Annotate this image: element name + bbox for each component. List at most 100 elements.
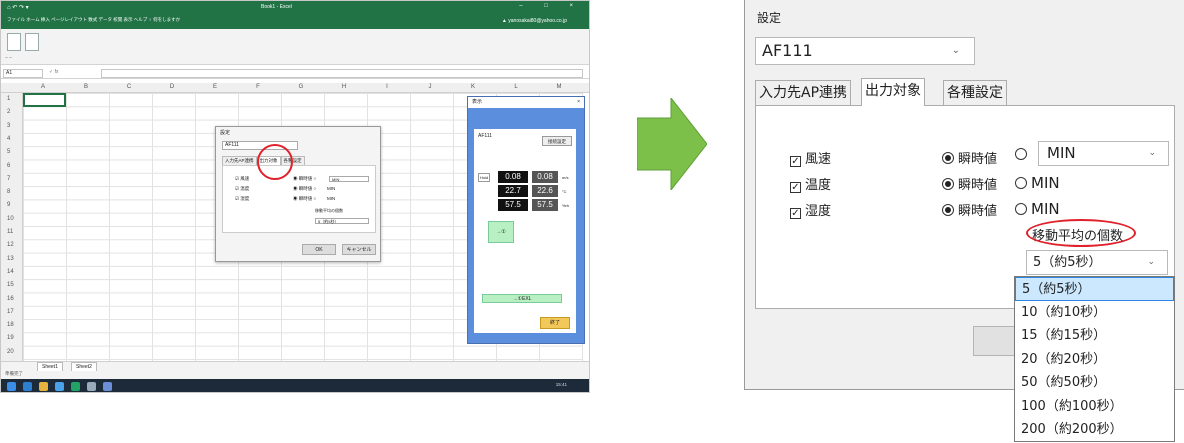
column-header[interactable]: F xyxy=(238,84,278,90)
dropdown-option[interactable]: 100（約100秒） xyxy=(1015,395,1174,419)
column-header[interactable]: M xyxy=(539,84,579,90)
excel-icon[interactable] xyxy=(71,382,80,391)
dropdown-option[interactable]: 15（約15秒） xyxy=(1015,324,1174,348)
radio-stat[interactable] xyxy=(1015,148,1031,163)
radio-instant[interactable]: 瞬時値 xyxy=(942,174,997,193)
value-current: 0.08 xyxy=(498,171,528,183)
end-button[interactable]: 終了 xyxy=(540,317,570,329)
column-header[interactable]: G xyxy=(281,84,321,90)
app-icon[interactable] xyxy=(55,382,64,391)
close-icon[interactable]: × xyxy=(577,97,580,108)
radio-stat[interactable]: MIN xyxy=(1015,200,1060,218)
quick-access-icons[interactable]: ⌂ ↶ ↷ ▾ xyxy=(7,4,29,11)
row-header[interactable]: 6 xyxy=(1,160,23,173)
row-header[interactable]: 9 xyxy=(1,199,23,212)
output-row-radio[interactable]: ◉ 瞬時値 ○ xyxy=(293,186,316,192)
stat-select[interactable]: MIN xyxy=(329,176,369,182)
column-header[interactable]: D xyxy=(152,84,192,90)
row-header[interactable]: 4 xyxy=(1,133,23,146)
name-box[interactable]: A1 xyxy=(3,69,43,78)
checkbox-checked-icon[interactable]: ✓ xyxy=(790,156,801,167)
app-icon[interactable] xyxy=(87,382,96,391)
fx-icon[interactable]: ✓ fx xyxy=(49,69,58,75)
send-button[interactable]: →① xyxy=(488,221,514,243)
dropdown-option[interactable]: 50（約50秒） xyxy=(1015,371,1174,395)
row-header[interactable]: 3 xyxy=(1,120,23,133)
active-cell[interactable] xyxy=(23,93,66,107)
radio-empty-icon[interactable] xyxy=(1015,148,1027,160)
row-header[interactable]: 10 xyxy=(1,213,23,226)
tab-input-ap[interactable]: 入力先AP連携 xyxy=(755,80,852,105)
output-row-label[interactable]: ☑ 風速 xyxy=(235,176,249,182)
tab-output[interactable]: 出力対象 xyxy=(861,78,925,106)
row-header[interactable]: 12 xyxy=(1,239,23,252)
row-header[interactable]: 19 xyxy=(1,332,23,345)
explorer-icon[interactable] xyxy=(39,382,48,391)
output-temperature[interactable]: ✓ 温度 xyxy=(790,174,831,193)
row-header[interactable]: 16 xyxy=(1,293,23,306)
start-icon[interactable] xyxy=(7,382,16,391)
row-header[interactable]: 14 xyxy=(1,266,23,279)
output-wind-speed[interactable]: ✓ 風速 xyxy=(790,148,831,167)
row-header[interactable]: 20 xyxy=(1,346,23,359)
column-header[interactable]: L xyxy=(496,84,536,90)
edge-icon[interactable] xyxy=(23,382,32,391)
dropdown-option[interactable]: 200（約200秒） xyxy=(1015,418,1174,442)
radio-instant[interactable]: 瞬時値 xyxy=(942,200,997,219)
app-icon[interactable] xyxy=(103,382,112,391)
column-header[interactable]: K xyxy=(453,84,493,90)
output-row-label[interactable]: ☑ 温度 xyxy=(235,186,249,192)
checkbox-checked-icon[interactable]: ✓ xyxy=(790,182,801,193)
window-controls[interactable]: – □ × xyxy=(519,3,583,9)
radio-empty-icon[interactable] xyxy=(1015,203,1027,215)
dropdown-option[interactable]: 20（約20秒） xyxy=(1015,348,1174,372)
radio-selected-icon[interactable] xyxy=(942,204,954,216)
row-header[interactable]: 7 xyxy=(1,173,23,186)
hold-button[interactable]: Hold xyxy=(478,173,491,182)
row-header[interactable]: 15 xyxy=(1,279,23,292)
radio-selected-icon[interactable] xyxy=(942,152,954,164)
column-header[interactable]: H xyxy=(324,84,364,90)
row-header[interactable]: 8 xyxy=(1,186,23,199)
row-header[interactable]: 17 xyxy=(1,306,23,319)
output-humidity[interactable]: ✓ 湿度 xyxy=(790,200,831,219)
row-header[interactable]: 1 xyxy=(1,93,23,106)
highlight-circle xyxy=(257,144,293,180)
device-select[interactable]: AF111 ⌄ xyxy=(755,37,975,65)
cancel-button[interactable]: キャンセル xyxy=(342,244,376,255)
output-row-label[interactable]: ☑ 湿度 xyxy=(235,196,249,202)
column-header[interactable]: J xyxy=(410,84,450,90)
connection-settings-button[interactable]: 接続設定 xyxy=(542,136,572,146)
column-header[interactable]: N xyxy=(582,84,589,90)
column-header[interactable]: B xyxy=(66,84,106,90)
stat-select[interactable]: MIN ⌄ xyxy=(1038,141,1169,166)
excel-ribbon-tabs[interactable]: ファイル ホーム 挿入 ページレイアウト 数式 データ 校閲 表示 ヘルプ ♀ … xyxy=(7,17,180,23)
ma-select[interactable]: 5（約5秒） xyxy=(315,218,369,224)
row-header[interactable]: 11 xyxy=(1,226,23,239)
radio-selected-icon[interactable] xyxy=(942,178,954,190)
ok-button[interactable]: OK xyxy=(302,244,336,255)
radio-stat[interactable]: MIN xyxy=(1015,174,1060,192)
column-header[interactable]: A xyxy=(23,84,63,90)
row-header[interactable]: 2 xyxy=(1,106,23,119)
column-header[interactable]: C xyxy=(109,84,149,90)
column-header[interactable]: I xyxy=(367,84,407,90)
radio-empty-icon[interactable] xyxy=(1015,177,1027,189)
dropdown-option[interactable]: 10（約10秒） xyxy=(1015,301,1174,325)
ribbon-button[interactable] xyxy=(25,33,39,51)
ribbon-button[interactable] xyxy=(7,33,21,51)
radio-instant[interactable]: 瞬時値 xyxy=(942,148,997,167)
output-row-radio[interactable]: ◉ 瞬時値 ○ xyxy=(293,176,316,182)
dropdown-option[interactable]: 5（約5秒） xyxy=(1015,277,1174,301)
row-header[interactable]: 18 xyxy=(1,319,23,332)
formula-input[interactable] xyxy=(101,69,583,78)
app-caption-text: 表示 xyxy=(472,99,483,105)
output-row-radio[interactable]: ◉ 瞬時値 ○ xyxy=(293,196,316,202)
column-header[interactable]: E xyxy=(195,84,235,90)
row-header[interactable]: 5 xyxy=(1,146,23,159)
moving-average-select[interactable]: 5（約5秒） ⌄ xyxy=(1026,250,1168,275)
tab-settings[interactable]: 各種設定 xyxy=(943,80,1007,105)
checkbox-checked-icon[interactable]: ✓ xyxy=(790,208,801,219)
row-header[interactable]: 13 xyxy=(1,253,23,266)
send-excel-button[interactable]: →①EXL xyxy=(482,294,562,303)
